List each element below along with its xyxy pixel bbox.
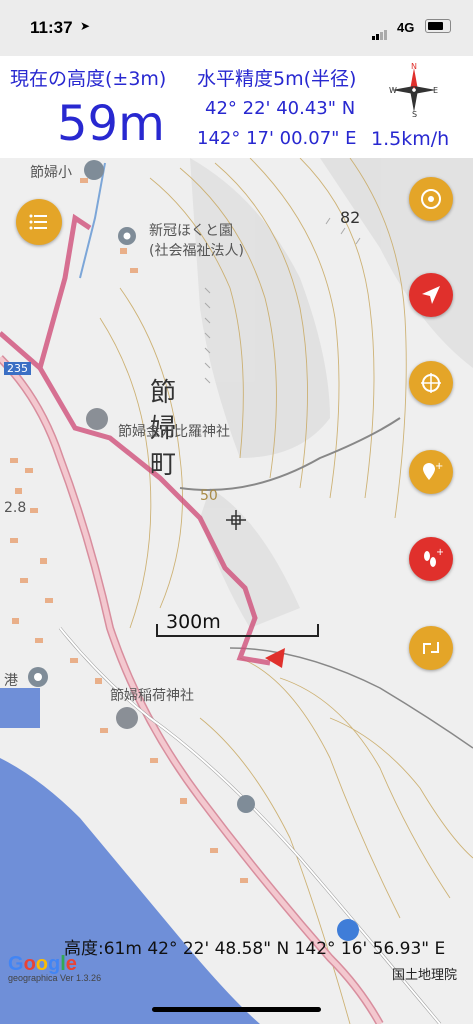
scale-label: 300m xyxy=(166,611,221,633)
altitude-value: 59m xyxy=(57,96,165,152)
navigation-arrow-icon xyxy=(422,286,440,304)
status-bar: 11:37 ➤ 4G xyxy=(0,0,473,56)
battery-icon xyxy=(425,19,451,33)
network-type: 4G xyxy=(397,20,415,35)
target-icon xyxy=(421,373,441,393)
route-switch-button[interactable] xyxy=(409,626,453,670)
add-pin-icon: + xyxy=(423,461,443,480)
accuracy-label: 水平精度5m(半径) xyxy=(197,68,357,90)
latitude-value: 42° 22' 40.43" N xyxy=(205,98,356,119)
gsi-attribution: 国土地理院 xyxy=(392,967,458,982)
list-icon xyxy=(29,214,47,230)
label-port: 港 xyxy=(4,673,18,689)
add-track-button[interactable]: + xyxy=(409,537,453,581)
compass-west: W xyxy=(389,86,397,95)
svg-text:+: + xyxy=(435,461,443,472)
label-shrine-1: 節婦金刀比羅神社 xyxy=(118,424,230,440)
aperture-icon xyxy=(421,189,441,209)
menu-button[interactable] xyxy=(16,199,62,245)
label-town-3: 町 xyxy=(150,450,177,480)
compass-north: N xyxy=(411,62,417,71)
app-version: geographica Ver 1.3.26 xyxy=(8,973,102,983)
route-shield: 235 xyxy=(4,362,31,375)
speed-value: 1.5km/h xyxy=(371,128,450,150)
map-layer-button[interactable] xyxy=(409,177,453,221)
footprints-icon: + xyxy=(424,547,443,567)
longitude-value: 142° 17' 00.07" E xyxy=(197,128,357,149)
home-indicator xyxy=(152,1007,321,1012)
map-canvas[interactable] xyxy=(0,158,473,1024)
label-elevation-82: 82 xyxy=(340,208,361,227)
crosshair-coordinates: 高度:61m 42° 22' 48.58" N 142° 16' 56.93" … xyxy=(64,939,446,959)
signal-icon xyxy=(372,22,388,40)
label-spot-height: 2.8 xyxy=(4,500,27,516)
add-marker-button[interactable]: + xyxy=(409,450,453,494)
route-icon xyxy=(423,642,439,654)
info-header: 現在の高度(±3m) 水平精度5m(半径) 59m 42° 22' 40.43"… xyxy=(0,56,473,158)
location-services-icon: ➤ xyxy=(80,19,91,33)
altitude-label: 現在の高度(±3m) xyxy=(10,68,167,90)
svg-text:+: + xyxy=(436,547,443,558)
label-contour-50: 50 xyxy=(200,488,218,504)
target-button[interactable] xyxy=(409,361,453,405)
label-facility-2: (社会福祉法人) xyxy=(149,243,244,259)
label-town-1: 節 xyxy=(150,378,177,408)
label-facility-1: 新冠ほくと園 xyxy=(149,223,233,239)
compass-south: S xyxy=(412,110,417,118)
compass-east: E xyxy=(433,86,438,95)
label-shrine-2: 節婦稲荷神社 xyxy=(110,688,194,704)
location-follow-button[interactable] xyxy=(409,273,453,317)
label-school: 節婦小 xyxy=(30,165,72,181)
harbor xyxy=(0,688,40,728)
compass-icon[interactable]: N W E S xyxy=(386,62,442,118)
status-time: 11:37 xyxy=(30,18,73,37)
